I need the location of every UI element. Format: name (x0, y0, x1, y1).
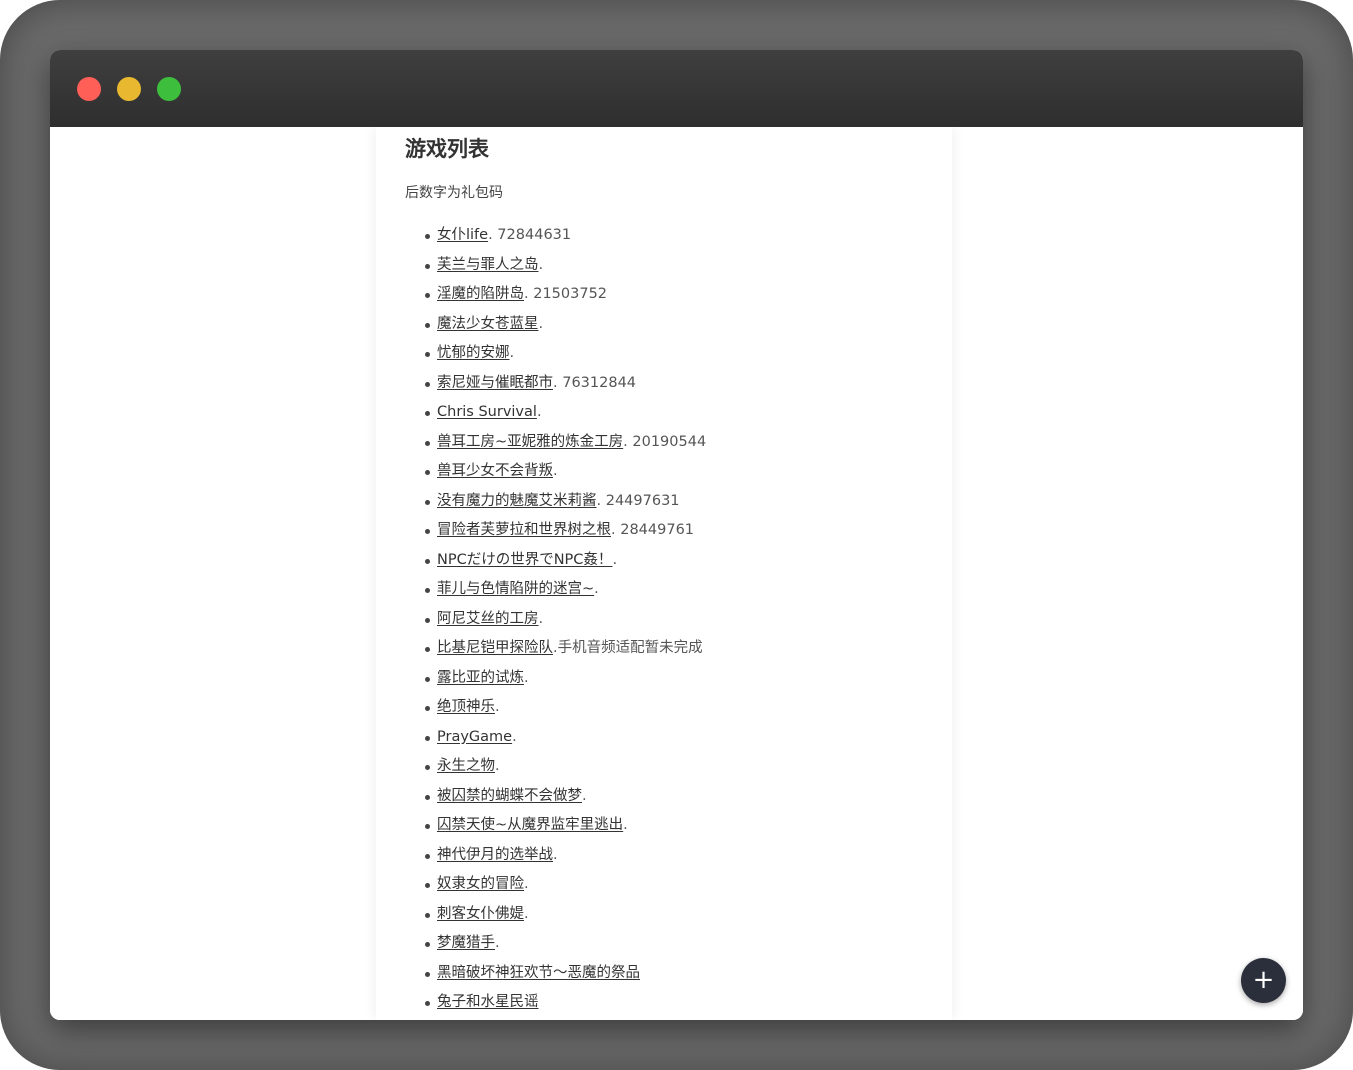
window-close-button[interactable] (77, 77, 101, 101)
game-link[interactable]: 阿尼艾丝的工房 (437, 611, 539, 627)
game-link[interactable]: Chris Survival (437, 404, 537, 420)
game-gift-code: . (612, 551, 618, 568)
game-list: 女仆life. 72844631 芙兰与罪人之岛. 淫魔的陷阱岛. 21503752… (405, 223, 945, 1020)
game-link[interactable]: 兽耳少女不会背叛 (437, 463, 553, 479)
game-gift-code: . (495, 699, 500, 715)
list-item: 女仆life. 72844631 (405, 223, 945, 253)
game-gift-code: . (495, 935, 500, 951)
game-link[interactable]: 黑暗破坏神狂欢节～恶魔的祭品 (437, 965, 640, 981)
list-item: 阿尼艾丝的工房. (405, 607, 945, 637)
list-item: 囚禁天使~从魔界监牢里逃出. (405, 813, 945, 843)
plus-icon: + (1252, 965, 1275, 995)
game-gift-code: . 28449761 (611, 522, 695, 538)
game-gift-code: . (536, 404, 542, 420)
game-gift-code: . (582, 787, 587, 804)
game-link[interactable]: 魔法少女苍蓝星 (437, 316, 539, 332)
list-item: PrayGame. (405, 725, 945, 755)
list-item: 淫魔的陷阱岛. 21503752 (405, 282, 945, 312)
game-link[interactable]: 奴隶女的冒险 (437, 876, 524, 892)
window-maximize-button[interactable] (157, 77, 181, 101)
game-link[interactable]: PrayGame (437, 729, 512, 745)
game-gift-code: . (495, 758, 500, 774)
game-link[interactable]: 比基尼铠甲探险队 (437, 640, 553, 656)
browser-window: 游戏列表 后数字为礼包码 女仆life. 72844631 芙兰与罪人之岛. 淫魔的… (50, 50, 1303, 1020)
floating-add-button[interactable]: + (1241, 958, 1286, 1003)
game-link[interactable]: 梦魔猎手 (437, 935, 495, 951)
game-gift-code: .手机音频适配暂未完成 (553, 640, 703, 656)
game-gift-code: . 24497631 (596, 492, 680, 509)
game-link[interactable]: 芙兰与罪人之岛 (437, 257, 539, 273)
gift-code-note: 后数字为礼包码 (405, 185, 503, 201)
list-item: Chris Survival. (405, 400, 945, 430)
list-item: 没有魔力的魅魔艾米莉酱. 24497631 (405, 489, 945, 519)
game-gift-code: . (538, 315, 544, 332)
list-item: 神代伊月的选举战. (405, 843, 945, 873)
game-link[interactable]: 忧郁的安娜 (437, 345, 510, 361)
window-minimize-button[interactable] (117, 77, 141, 101)
game-link[interactable]: 绝顶神乐 (437, 699, 495, 715)
list-item: 绝顶神乐. (405, 695, 945, 725)
game-gift-code: . 21503752 (524, 286, 608, 302)
list-item: 黑暗破坏神狂欢节～恶魔的祭品 (405, 961, 945, 991)
game-gift-code: . (509, 345, 515, 361)
list-item: 兔子和水星民谣 (405, 990, 945, 1020)
game-link[interactable]: 女仆life (437, 227, 488, 243)
list-item: 奴隶女的冒险. (405, 872, 945, 902)
game-link[interactable]: 被囚禁的蝴蝶不会做梦 (437, 788, 582, 804)
list-item: 梦魔猎手. (405, 931, 945, 961)
game-link[interactable]: 淫魔的陷阱岛 (437, 286, 524, 302)
game-link[interactable]: NPCだけの世界でNPC姦！ (437, 552, 612, 568)
game-link[interactable]: 永生之物 (437, 758, 495, 774)
game-link[interactable]: 冒险者芙萝拉和世界树之根 (437, 522, 611, 538)
list-item: 索尼娅与催眠都市. 76312844 (405, 371, 945, 401)
list-item: 兽耳少女不会背叛. (405, 459, 945, 489)
game-link[interactable]: 神代伊月的选举战 (437, 847, 553, 863)
list-item: NPCだけの世界でNPC姦！. (405, 548, 945, 578)
game-gift-code: . (553, 846, 558, 863)
game-gift-code: . (524, 669, 529, 686)
game-link[interactable]: 刺客女仆佛媞 (437, 906, 524, 922)
page-viewport[interactable]: 游戏列表 后数字为礼包码 女仆life. 72844631 芙兰与罪人之岛. 淫魔的… (50, 127, 1303, 1020)
list-item: 冒险者芙萝拉和世界树之根. 28449761 (405, 518, 945, 548)
game-gift-code: . (623, 817, 628, 833)
game-link[interactable]: 兽耳工房~亚妮雅的炼金工房 (437, 434, 623, 450)
list-item: 芙兰与罪人之岛. (405, 253, 945, 283)
game-link[interactable]: 菲儿与色情陷阱的迷宫~ (437, 581, 594, 597)
list-item: 忧郁的安娜. (405, 341, 945, 371)
game-link[interactable]: 兔子和水星民谣 (437, 994, 539, 1010)
content-card: 游戏列表 后数字为礼包码 女仆life. 72844631 芙兰与罪人之岛. 淫魔的… (376, 127, 952, 1020)
game-gift-code: . (538, 610, 544, 627)
game-gift-code: . 72844631 (488, 227, 572, 243)
game-link[interactable]: 囚禁天使~从魔界监牢里逃出 (437, 817, 623, 833)
window-titlebar (50, 50, 1303, 127)
game-gift-code: . (524, 905, 529, 922)
page-title: 游戏列表 (405, 137, 489, 161)
game-gift-code: . (553, 463, 558, 479)
list-item: 兽耳工房~亚妮雅的炼金工房. 20190544 (405, 430, 945, 460)
list-item: 被囚禁的蝴蝶不会做梦. (405, 784, 945, 814)
list-item: 比基尼铠甲探险队.手机音频适配暂未完成 (405, 636, 945, 666)
list-item: 魔法少女苍蓝星. (405, 312, 945, 342)
game-link[interactable]: 索尼娅与催眠都市 (437, 375, 553, 391)
game-link[interactable]: 露比亚的试炼 (437, 670, 524, 686)
list-item: 刺客女仆佛媞. (405, 902, 945, 932)
game-gift-code: . 76312844 (553, 374, 637, 391)
game-gift-code: . 20190544 (623, 433, 707, 450)
game-gift-code: . (524, 876, 529, 892)
game-gift-code: . (538, 256, 544, 273)
list-item: 永生之物. (405, 754, 945, 784)
list-item: 露比亚的试炼. (405, 666, 945, 696)
game-gift-code: . (594, 581, 599, 597)
game-link[interactable]: 没有魔力的魅魔艾米莉酱 (437, 493, 597, 509)
game-gift-code: . (512, 728, 517, 745)
list-item: 菲儿与色情陷阱的迷宫~. (405, 577, 945, 607)
